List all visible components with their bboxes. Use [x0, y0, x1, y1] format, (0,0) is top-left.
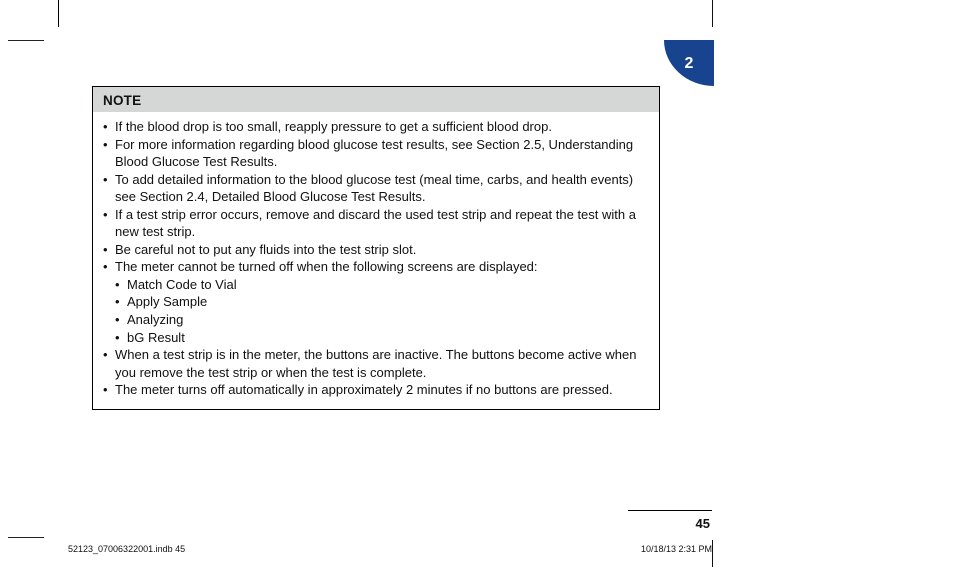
footer-left: 52123_07006322001.indb 45	[68, 544, 185, 554]
note-item: If the blood drop is too small, reapply …	[103, 118, 649, 136]
print-footer: 52123_07006322001.indb 45 10/18/13 2:31 …	[68, 544, 712, 554]
note-item: For more information regarding blood glu…	[103, 136, 649, 171]
note-body: If the blood drop is too small, reapply …	[93, 112, 659, 409]
crop-mark	[8, 40, 44, 41]
chapter-tab: 2	[664, 40, 714, 86]
note-subitem: bG Result	[103, 329, 649, 347]
page-number-rule	[628, 510, 712, 511]
crop-mark	[58, 0, 59, 27]
crop-mark	[712, 0, 713, 27]
note-item: When a test strip is in the meter, the b…	[103, 346, 649, 381]
crop-mark	[712, 540, 713, 567]
document-page: 2 NOTE If the blood drop is too small, r…	[0, 0, 954, 567]
note-item: The meter cannot be turned off when the …	[103, 258, 649, 276]
crop-mark	[8, 537, 44, 538]
note-item: Be careful not to put any fluids into th…	[103, 241, 649, 259]
footer-right: 10/18/13 2:31 PM	[641, 544, 712, 554]
note-subitem: Analyzing	[103, 311, 649, 329]
note-header: NOTE	[93, 87, 659, 112]
note-item: The meter turns off automatically in app…	[103, 381, 649, 399]
page-number: 45	[696, 516, 710, 531]
chapter-number: 2	[685, 56, 694, 72]
note-item: If a test strip error occurs, remove and…	[103, 206, 649, 241]
note-subitem: Match Code to Vial	[103, 276, 649, 294]
note-item: To add detailed information to the blood…	[103, 171, 649, 206]
note-subitem: Apply Sample	[103, 293, 649, 311]
note-box: NOTE If the blood drop is too small, rea…	[92, 86, 660, 410]
